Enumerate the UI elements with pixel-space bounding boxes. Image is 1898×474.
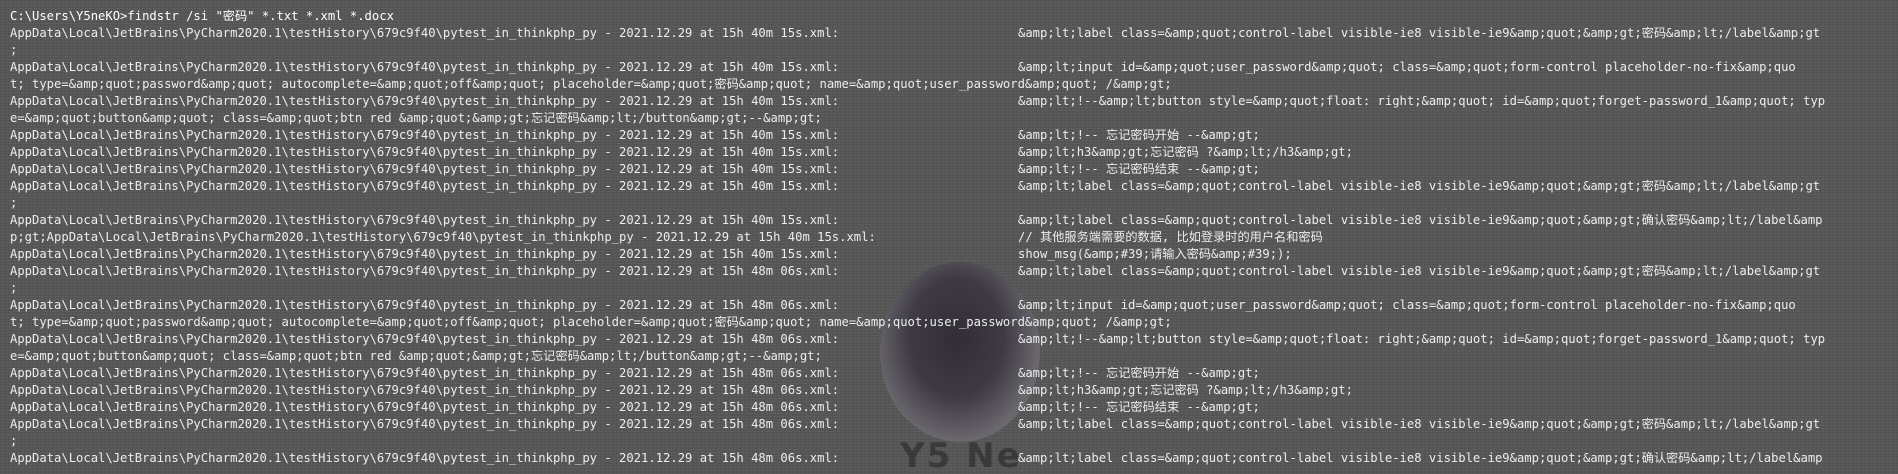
output-match: &amp;lt;!--&amp;lt;button style=&amp;quo… — [1018, 332, 1826, 346]
output-match: &amp;lt;input id=&amp;quot;user_password… — [1018, 60, 1796, 74]
output-line: AppData\Local\JetBrains\PyCharm2020.1\te… — [10, 127, 1890, 144]
output-line: AppData\Local\JetBrains\PyCharm2020.1\te… — [10, 246, 1890, 263]
output-line: AppData\Local\JetBrains\PyCharm2020.1\te… — [10, 263, 1890, 280]
output-path: t; type=&amp;quot;password&amp;quot; aut… — [10, 315, 1172, 329]
output-line: AppData\Local\JetBrains\PyCharm2020.1\te… — [10, 365, 1890, 382]
output-line: ; — [10, 280, 1890, 297]
output-line: AppData\Local\JetBrains\PyCharm2020.1\te… — [10, 144, 1890, 161]
output-path: p;gt;AppData\Local\JetBrains\PyCharm2020… — [10, 230, 876, 244]
output-line: AppData\Local\JetBrains\PyCharm2020.1\te… — [10, 178, 1890, 195]
output-line: ; — [10, 42, 1890, 59]
output-line: AppData\Local\JetBrains\PyCharm2020.1\te… — [10, 331, 1890, 348]
output-match: &amp;lt;label class=&amp;quot;control-la… — [1018, 451, 1823, 465]
output-match: show_msg(&amp;#39;请输入密码&amp;#39;); — [1018, 247, 1292, 261]
output-match: // 其他服务端需要的数据, 比如登录时的用户名和密码 — [1018, 230, 1323, 244]
output-line: p;gt;AppData\Local\JetBrains\PyCharm2020… — [10, 229, 1890, 246]
output-path: e=&amp;quot;button&amp;quot; class=&amp;… — [10, 349, 822, 363]
output-path: AppData\Local\JetBrains\PyCharm2020.1\te… — [10, 26, 840, 40]
command-prompt-line: C:\Users\Y5neKO>findstr /si "密码" *.txt *… — [10, 9, 394, 23]
output-match: &amp;lt;!--&amp;lt;button style=&amp;quo… — [1018, 94, 1826, 108]
output-match: &amp;lt;label class=&amp;quot;control-la… — [1018, 417, 1821, 431]
output-path: AppData\Local\JetBrains\PyCharm2020.1\te… — [10, 417, 840, 431]
output-path: AppData\Local\JetBrains\PyCharm2020.1\te… — [10, 332, 840, 346]
output-path: AppData\Local\JetBrains\PyCharm2020.1\te… — [10, 366, 840, 380]
output-line: AppData\Local\JetBrains\PyCharm2020.1\te… — [10, 93, 1890, 110]
output-line: AppData\Local\JetBrains\PyCharm2020.1\te… — [10, 161, 1890, 178]
output-path: ; — [10, 434, 18, 448]
output-line: ; — [10, 195, 1890, 212]
output-line: AppData\Local\JetBrains\PyCharm2020.1\te… — [10, 416, 1890, 433]
console-output: C:\Users\Y5neKO>findstr /si "密码" *.txt *… — [10, 8, 1890, 467]
output-line: AppData\Local\JetBrains\PyCharm2020.1\te… — [10, 382, 1890, 399]
output-path: AppData\Local\JetBrains\PyCharm2020.1\te… — [10, 383, 840, 397]
output-match: &amp;lt;!-- 忘记密码结束 --&amp;gt; — [1018, 400, 1260, 414]
output-path: AppData\Local\JetBrains\PyCharm2020.1\te… — [10, 60, 840, 74]
output-match: &amp;lt;label class=&amp;quot;control-la… — [1018, 26, 1821, 40]
output-line: t; type=&amp;quot;password&amp;quot; aut… — [10, 314, 1890, 331]
output-line: AppData\Local\JetBrains\PyCharm2020.1\te… — [10, 450, 1890, 467]
output-path: ; — [10, 43, 18, 57]
output-match: &amp;lt;label class=&amp;quot;control-la… — [1018, 179, 1821, 193]
output-path: AppData\Local\JetBrains\PyCharm2020.1\te… — [10, 298, 840, 312]
output-line: t; type=&amp;quot;password&amp;quot; aut… — [10, 76, 1890, 93]
output-path: e=&amp;quot;button&amp;quot; class=&amp;… — [10, 111, 822, 125]
output-path: AppData\Local\JetBrains\PyCharm2020.1\te… — [10, 179, 840, 193]
output-match: &amp;lt;!-- 忘记密码开始 --&amp;gt; — [1018, 366, 1260, 380]
output-path: AppData\Local\JetBrains\PyCharm2020.1\te… — [10, 247, 840, 261]
output-path: AppData\Local\JetBrains\PyCharm2020.1\te… — [10, 400, 840, 414]
output-path: AppData\Local\JetBrains\PyCharm2020.1\te… — [10, 213, 840, 227]
output-path: AppData\Local\JetBrains\PyCharm2020.1\te… — [10, 162, 840, 176]
output-match: &amp;lt;h3&amp;gt;忘记密码 ?&amp;lt;/h3&amp;… — [1018, 145, 1353, 159]
output-path: ; — [10, 196, 18, 210]
output-match: &amp;lt;input id=&amp;quot;user_password… — [1018, 298, 1796, 312]
output-path: AppData\Local\JetBrains\PyCharm2020.1\te… — [10, 145, 840, 159]
output-line: AppData\Local\JetBrains\PyCharm2020.1\te… — [10, 297, 1890, 314]
output-line: ; — [10, 433, 1890, 450]
output-path: AppData\Local\JetBrains\PyCharm2020.1\te… — [10, 264, 840, 278]
output-path: AppData\Local\JetBrains\PyCharm2020.1\te… — [10, 451, 840, 465]
output-path: ; — [10, 281, 18, 295]
output-line: AppData\Local\JetBrains\PyCharm2020.1\te… — [10, 399, 1890, 416]
output-line: AppData\Local\JetBrains\PyCharm2020.1\te… — [10, 212, 1890, 229]
output-path: AppData\Local\JetBrains\PyCharm2020.1\te… — [10, 128, 840, 142]
output-line: e=&amp;quot;button&amp;quot; class=&amp;… — [10, 348, 1890, 365]
output-match: &amp;lt;!-- 忘记密码开始 --&amp;gt; — [1018, 128, 1260, 142]
output-line: AppData\Local\JetBrains\PyCharm2020.1\te… — [10, 59, 1890, 76]
output-path: t; type=&amp;quot;password&amp;quot; aut… — [10, 77, 1172, 91]
output-match: &amp;lt;label class=&amp;quot;control-la… — [1018, 213, 1823, 227]
output-match: &amp;lt;h3&amp;gt;忘记密码 ?&amp;lt;/h3&amp;… — [1018, 383, 1353, 397]
console-window[interactable]: Y5 Ne C:\Users\Y5neKO>findstr /si "密码" *… — [0, 0, 1898, 474]
output-line: AppData\Local\JetBrains\PyCharm2020.1\te… — [10, 25, 1890, 42]
output-path: AppData\Local\JetBrains\PyCharm2020.1\te… — [10, 94, 840, 108]
output-line: e=&amp;quot;button&amp;quot; class=&amp;… — [10, 110, 1890, 127]
output-match: &amp;lt;label class=&amp;quot;control-la… — [1018, 264, 1821, 278]
output-match: &amp;lt;!-- 忘记密码结束 --&amp;gt; — [1018, 162, 1260, 176]
